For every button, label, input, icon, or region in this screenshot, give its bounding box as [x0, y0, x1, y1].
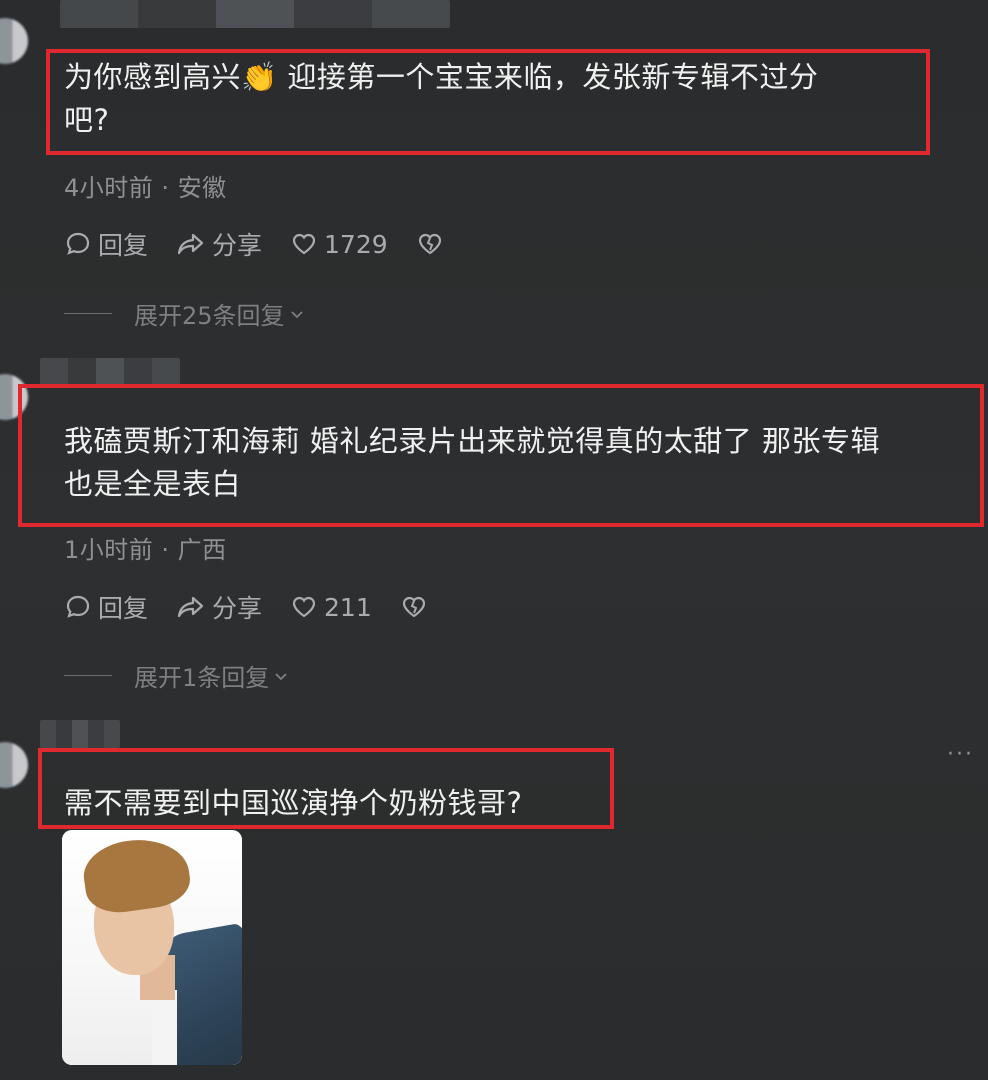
attached-photo[interactable] [62, 830, 242, 1065]
username-blurred[interactable] [40, 720, 120, 748]
dislike-button[interactable] [400, 593, 434, 621]
comment-bubble-icon [66, 232, 90, 255]
expand-replies-label: 展开1条回复 [134, 664, 270, 692]
like-button[interactable]: 1729 [290, 230, 388, 259]
chevron-down-icon [273, 668, 289, 684]
comment-text-line: 也是全是表白 [64, 467, 242, 501]
reply-label: 回复 [98, 594, 149, 623]
share-label: 分享 [212, 594, 263, 623]
expand-replies-button[interactable]: 展开1条回复 [64, 658, 289, 693]
share-arrow-icon [177, 596, 204, 618]
avatar[interactable] [0, 742, 28, 788]
like-count: 211 [324, 592, 372, 622]
comment-text: 需不需要到中国巡演挣个奶粉钱哥? [64, 782, 522, 825]
chevron-down-icon [289, 306, 305, 322]
more-dots-icon[interactable]: ··· [947, 742, 974, 767]
divider-line [64, 675, 112, 676]
comment-section: 为你感到高兴👏 迎接第一个宝宝来临，发张新专辑不过分 吧? 4小时前 · 安徽 … [0, 0, 988, 1080]
broken-heart-icon [418, 233, 441, 255]
comment-actions: 回复 分享 211 [64, 589, 462, 625]
comment-text-line: 为你感到高兴👏 迎接第一个宝宝来临，发张新专辑不过分 [64, 60, 819, 94]
heart-icon [292, 596, 316, 618]
like-count: 1729 [324, 229, 388, 259]
comment-bubble-icon [66, 595, 90, 618]
avatar[interactable] [0, 18, 28, 64]
reply-button[interactable]: 回复 [64, 226, 148, 262]
comment-meta: 1小时前 · 广西 [64, 536, 227, 564]
username-blurred[interactable] [60, 0, 450, 28]
share-button[interactable]: 分享 [176, 589, 262, 625]
like-button[interactable]: 211 [290, 593, 372, 622]
comment-meta: 4小时前 · 安徽 [64, 174, 227, 202]
comment-text-line: 我磕贾斯汀和海莉 婚礼纪录片出来就觉得真的太甜了 那张专辑 [64, 424, 880, 458]
reply-button[interactable]: 回复 [64, 589, 148, 625]
broken-heart-icon [402, 596, 425, 618]
comment-text: 我磕贾斯汀和海莉 婚礼纪录片出来就觉得真的太甜了 那张专辑 也是全是表白 [64, 420, 880, 506]
comment-text: 为你感到高兴👏 迎接第一个宝宝来临，发张新专辑不过分 吧? [64, 56, 818, 142]
share-label: 分享 [212, 231, 263, 260]
share-arrow-icon [177, 233, 204, 255]
heart-icon [292, 233, 316, 255]
comment-text-line: 吧? [64, 103, 110, 137]
expand-replies-label: 展开25条回复 [134, 302, 285, 330]
dislike-button[interactable] [416, 230, 450, 258]
share-button[interactable]: 分享 [176, 226, 262, 262]
comment-actions: 回复 分享 1729 [64, 226, 478, 262]
reply-label: 回复 [98, 231, 149, 260]
avatar[interactable] [0, 374, 28, 420]
divider-line [64, 313, 112, 314]
username-blurred[interactable] [40, 358, 180, 386]
comment-text-line: 需不需要到中国巡演挣个奶粉钱哥? [64, 786, 523, 820]
expand-replies-button[interactable]: 展开25条回复 [64, 296, 305, 331]
